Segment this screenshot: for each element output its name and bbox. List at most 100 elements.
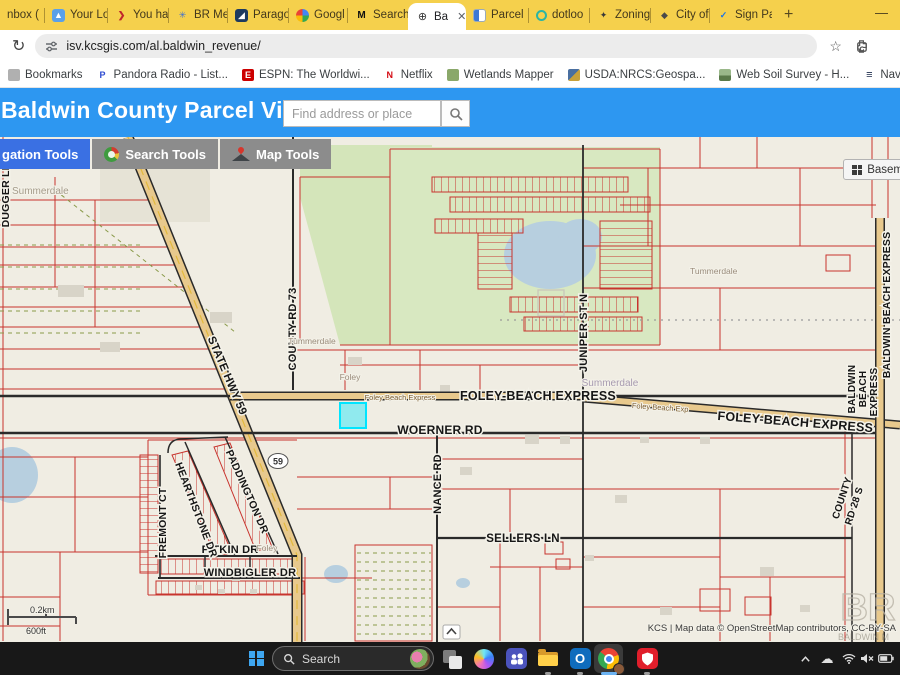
copilot-button[interactable] <box>470 642 498 675</box>
address-bar[interactable]: isv.kcsgis.com/al.baldwin_revenue/ <box>35 34 817 58</box>
reload-icon[interactable]: ↻ <box>12 36 25 56</box>
collapse-attribution-button[interactable] <box>443 625 460 639</box>
road-label: FREMONT CT <box>157 487 169 558</box>
flag-favicon-icon: ◆ <box>658 9 671 22</box>
tab-your-lo[interactable]: ▲Your Lo <box>45 0 107 30</box>
find-address-search-button[interactable] <box>441 100 470 127</box>
road-label: DUGGER LN <box>0 163 12 228</box>
file-explorer-icon <box>537 648 559 670</box>
chrome-button[interactable] <box>594 644 623 673</box>
road-label: BALDWIN BEACH EXPRESS <box>881 232 893 379</box>
chevron-up-icon <box>800 655 811 663</box>
bookmark-usda[interactable]: USDA:NRCS:Geospa... <box>568 69 706 81</box>
map-tools-button[interactable]: Map Tools <box>220 139 331 169</box>
navigation-tools-label: gation Tools <box>2 147 78 162</box>
road-label: BALDWIN <box>847 365 858 414</box>
google-maps-favicon-icon <box>296 9 309 22</box>
outlook-button[interactable]: O <box>566 642 594 675</box>
tab-br-me[interactable]: ✳BR Me <box>169 0 227 30</box>
arrow-favicon-icon: ❯ <box>115 9 128 22</box>
mountain-favicon-icon: ▲ <box>52 9 65 22</box>
globe-favicon-icon: ⊕ <box>416 10 429 23</box>
tab-label: Ba <box>434 11 448 23</box>
task-view-button[interactable] <box>438 642 466 675</box>
onedrive-tray-icon[interactable]: ☁ <box>816 642 838 675</box>
road-label: BEACH <box>858 371 869 408</box>
bookmark-favicon-icon <box>8 69 20 81</box>
bookmark-label: Pandora Radio - List... <box>114 69 228 81</box>
close-icon[interactable]: ✕ <box>457 10 466 23</box>
tab-label: Zoning <box>615 9 650 21</box>
map-tools-label: Map Tools <box>256 147 319 162</box>
bookmark-wetlands[interactable]: Wetlands Mapper <box>447 69 554 81</box>
usda-favicon-icon <box>568 69 580 81</box>
road-label: WOERNER RD <box>397 423 482 437</box>
netflix-favicon-icon: N <box>384 69 396 81</box>
tab-you-ha[interactable]: ❯You ha <box>108 0 168 30</box>
tab-dotloop[interactable]: dotloo <box>529 0 589 30</box>
tab-google[interactable]: Googl <box>289 0 347 30</box>
search-highlight-image <box>410 649 430 669</box>
app-toolbar: gation Tools Search Tools Map Tools <box>0 139 331 169</box>
windows-logo-icon <box>249 651 264 666</box>
tab-baldwin-active[interactable]: ⊕ Ba ✕ <box>408 3 466 30</box>
bookmark-pandora[interactable]: PPandora Radio - List... <box>97 69 228 81</box>
tab-search[interactable]: MSearch <box>348 0 408 30</box>
security-app-button[interactable] <box>633 642 661 675</box>
browser-toolbar: ↻ isv.kcsgis.com/al.baldwin_revenue/ ☆ <box>0 30 900 62</box>
new-tab-button[interactable]: + <box>772 0 805 30</box>
tab-sign[interactable]: ✓Sign Pa <box>710 0 772 30</box>
place-label: Foley <box>340 372 362 382</box>
scale-ft-label: 600ft <box>26 626 47 636</box>
bookmark-label: Navient <box>880 69 900 81</box>
document-favicon-icon <box>473 9 486 22</box>
task-view-icon <box>441 648 463 670</box>
search-icon <box>283 653 295 665</box>
place-label: Tummerdale <box>690 266 738 276</box>
bookmark-navient[interactable]: ≡Navient <box>863 69 900 81</box>
tab-label: nbox ( <box>7 9 39 21</box>
search-tools-button[interactable]: Search Tools <box>92 139 218 169</box>
window-minimize-button[interactable]: — <box>875 5 888 20</box>
tab-zoning[interactable]: ✦Zoning <box>590 0 650 30</box>
teams-button[interactable] <box>502 642 530 675</box>
road-label: NANCE RD <box>432 454 444 514</box>
bookmarks-bar: Bookmarks PPandora Radio - List... EESPN… <box>0 62 900 88</box>
map-canvas[interactable]: 59 FOLEY-BEACH EXPRESS FOLEY-BEACH EXPRE… <box>0 137 900 642</box>
basemap-button[interactable]: Basem <box>843 159 900 180</box>
bookmark-netflix[interactable]: NNetflix <box>384 69 433 81</box>
find-address-input[interactable] <box>283 100 441 127</box>
selected-parcel[interactable] <box>340 403 366 428</box>
taskbar-search-label: Search <box>302 652 403 666</box>
bookmark-bookmarks[interactable]: Bookmarks <box>8 69 83 81</box>
place-label: Summerdale <box>582 378 639 389</box>
wetlands-favicon-icon <box>447 69 459 81</box>
tab-parago[interactable]: ◢Parago <box>228 0 288 30</box>
open-app-indicator <box>545 672 551 675</box>
shield-icon <box>637 648 658 669</box>
extensions-icon[interactable] <box>854 39 869 54</box>
battery-tray-icon[interactable] <box>874 642 898 675</box>
app-header: Baldwin County Parcel Viewer <box>0 88 900 137</box>
road-label: WINDBIGLER DR <box>204 567 296 579</box>
place-label: Foley Beach Express <box>365 393 436 402</box>
websoil-favicon-icon <box>719 69 731 81</box>
taskbar-search[interactable]: Search <box>272 646 434 671</box>
navigation-tools-button[interactable]: gation Tools <box>0 139 90 169</box>
bookmark-websoil[interactable]: Web Soil Survey - H... <box>719 69 849 81</box>
scale-km-label: 0.2km <box>30 605 55 615</box>
start-button[interactable] <box>241 642 271 675</box>
road-label: COUNTY RD 73 <box>287 288 299 371</box>
bookmark-espn[interactable]: EESPN: The Worldwi... <box>242 69 370 81</box>
tab-inbox[interactable]: nbox ( <box>0 0 44 30</box>
windows-taskbar: Search O ☁ <box>0 642 900 675</box>
file-explorer-button[interactable] <box>534 642 562 675</box>
tab-city-of[interactable]: ◆City of <box>651 0 709 30</box>
hwy-59-shield: 59 <box>268 454 288 469</box>
bookmark-label: Bookmarks <box>25 69 83 81</box>
tab-parcel[interactable]: Parcel <box>466 0 528 30</box>
bookmark-star-icon[interactable]: ☆ <box>829 38 842 55</box>
m-favicon-icon: M <box>355 9 368 22</box>
tray-expand-button[interactable] <box>794 642 816 675</box>
teams-icon <box>506 648 527 669</box>
